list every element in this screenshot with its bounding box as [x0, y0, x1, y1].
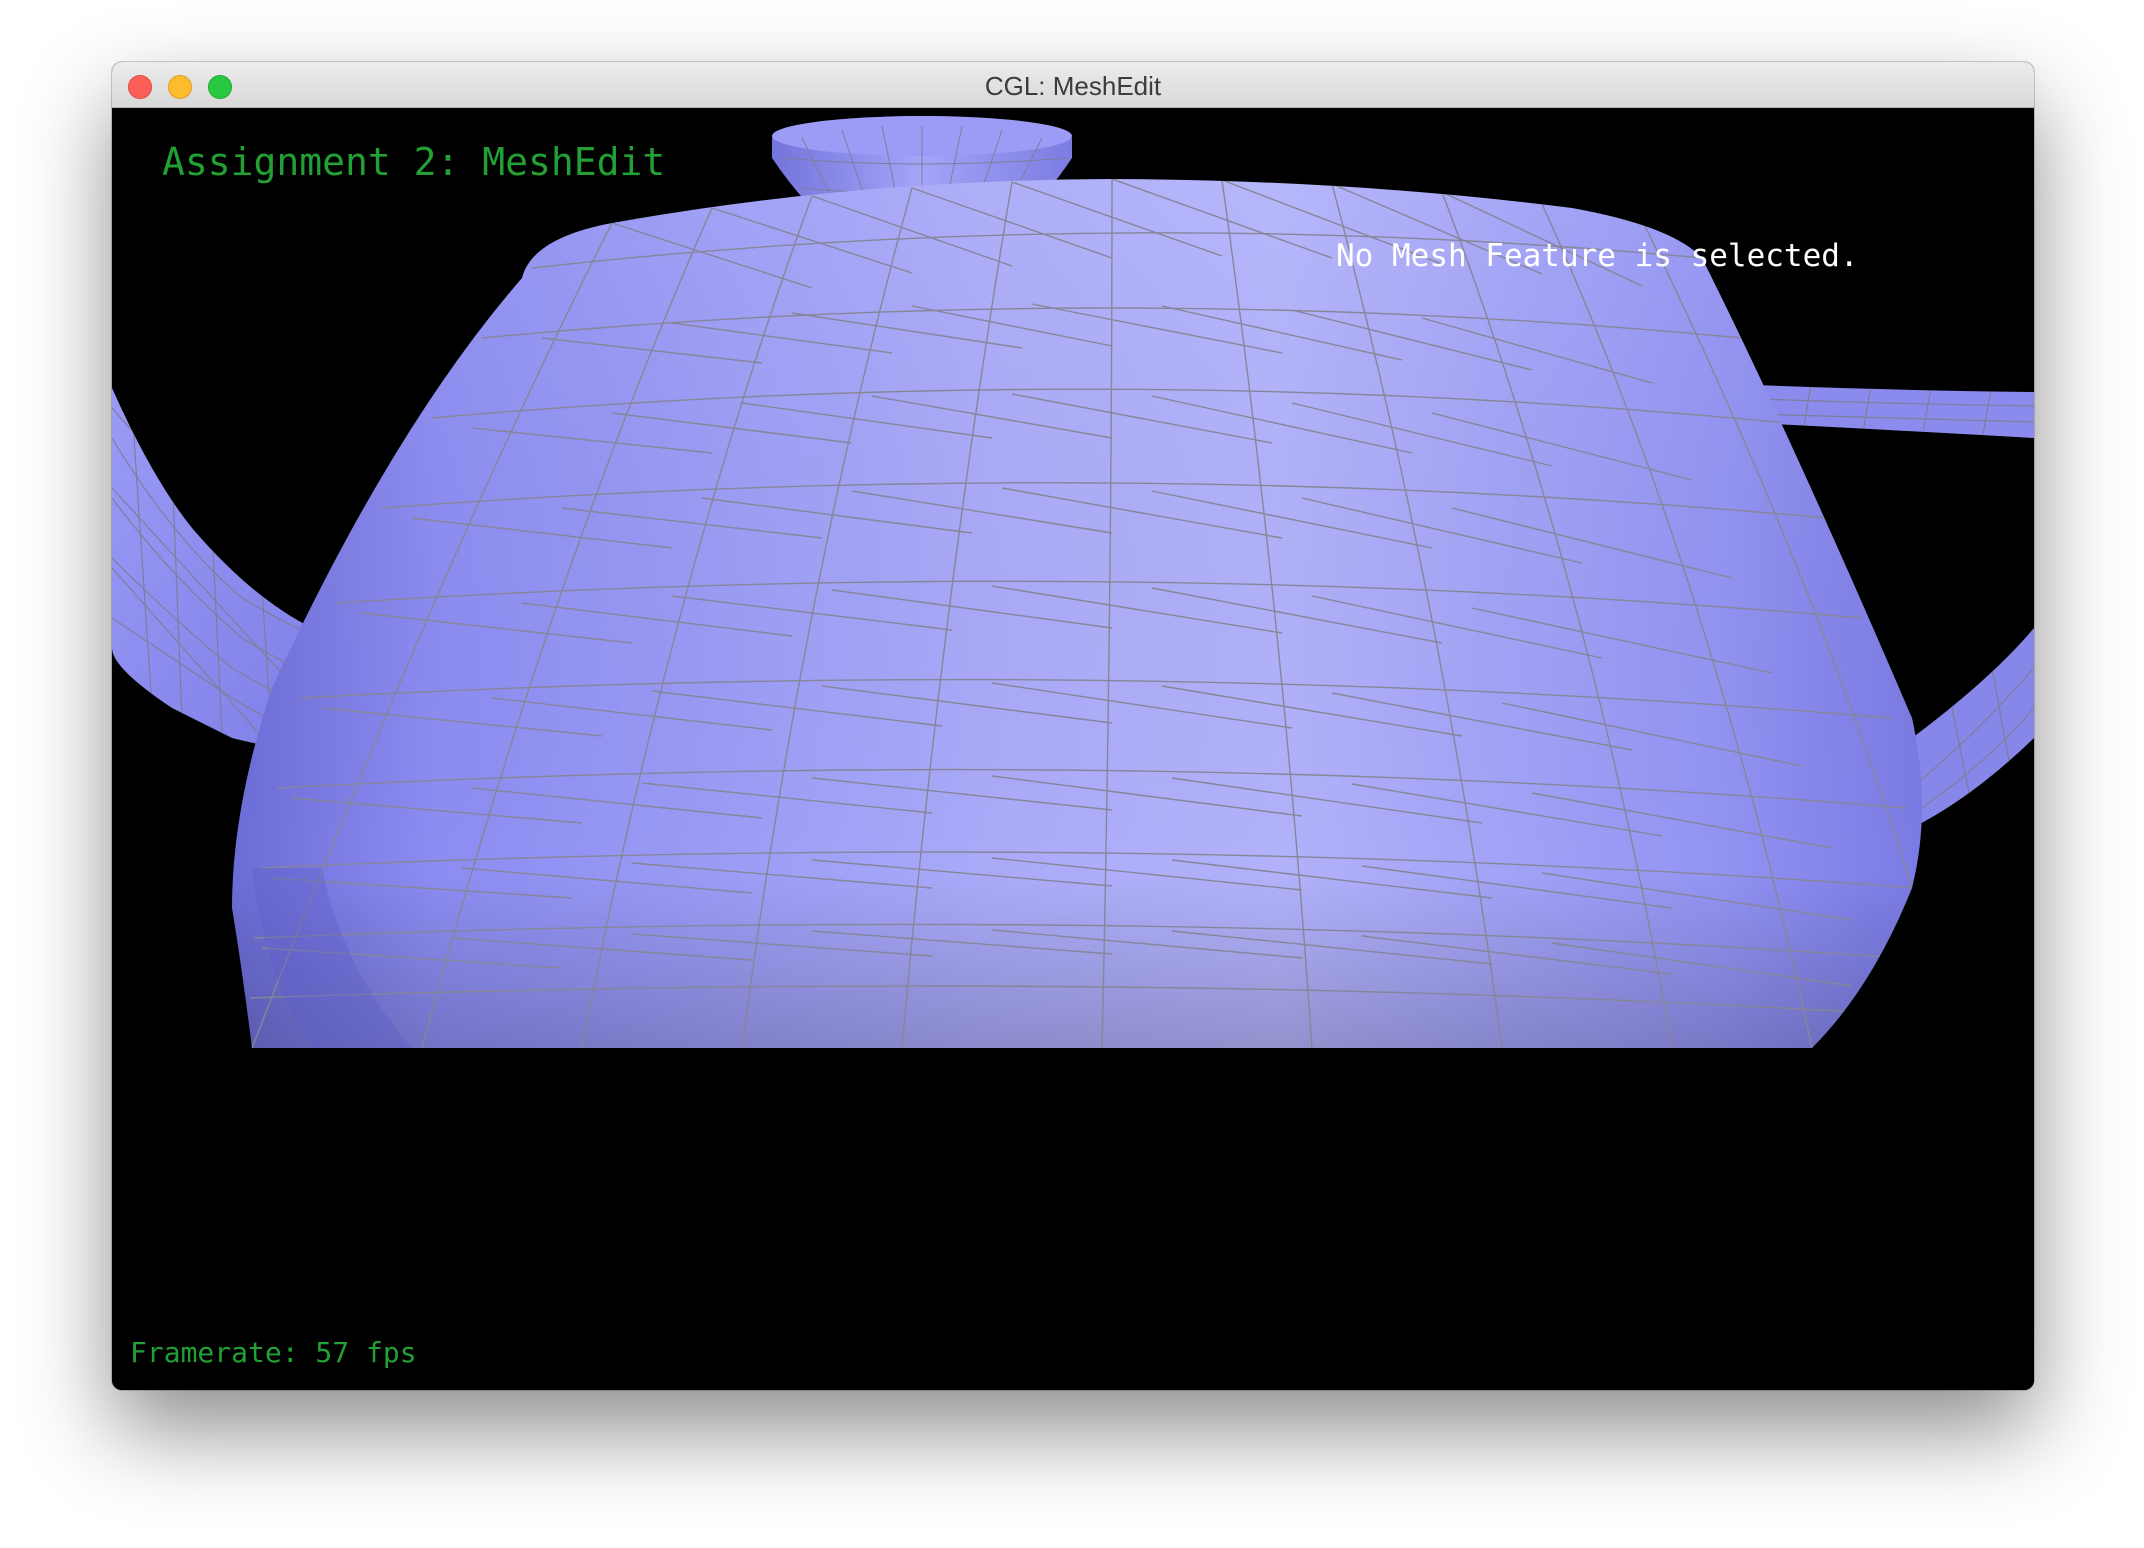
- teapot-mesh-render[interactable]: [112, 108, 2034, 1390]
- window-title: CGL: MeshEdit: [984, 71, 1162, 101]
- render-viewport[interactable]: Assignment 2: MeshEdit No Mesh Feature i…: [112, 108, 2034, 1390]
- teapot-body: [232, 179, 1922, 1048]
- framerate-readout: Framerate: 57 fps: [130, 1336, 417, 1369]
- app-window: CGL: MeshEdit Assignment 2: MeshEdit No …: [112, 62, 2034, 1390]
- title-bar[interactable]: CGL: MeshEdit: [112, 62, 2034, 108]
- assignment-heading: Assignment 2: MeshEdit: [162, 140, 666, 184]
- selection-status-text: No Mesh Feature is selected.: [1336, 238, 1859, 274]
- desktop: CGL: MeshEdit Assignment 2: MeshEdit No …: [0, 0, 2144, 1548]
